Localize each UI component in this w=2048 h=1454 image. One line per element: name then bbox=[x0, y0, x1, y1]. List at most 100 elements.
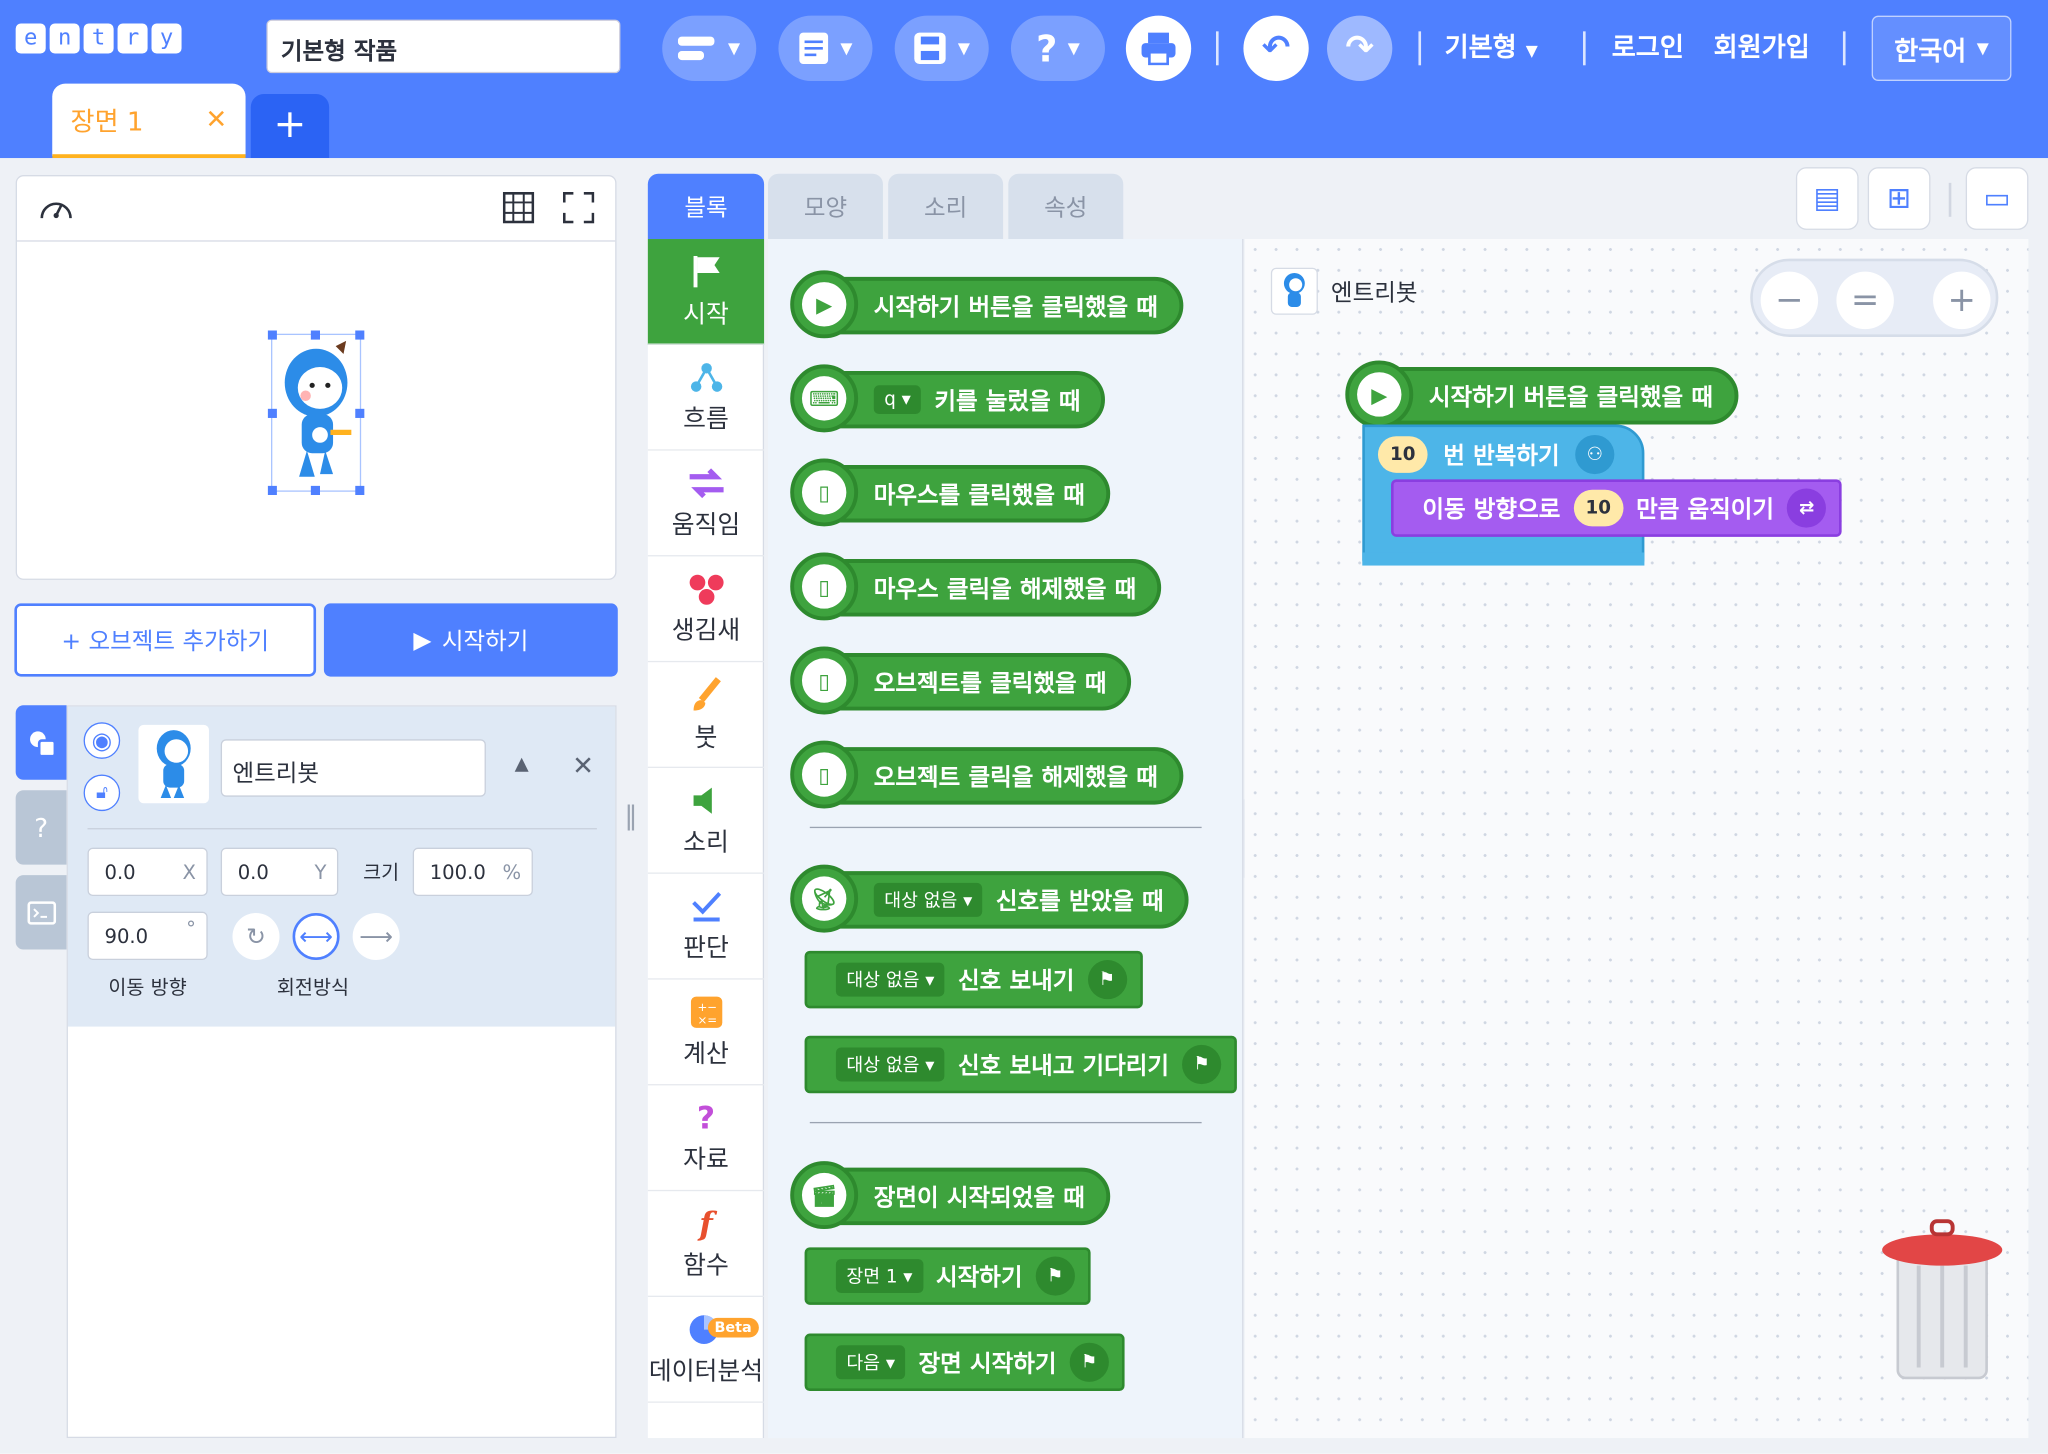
workspace-object-name: 엔트리봇 bbox=[1330, 279, 1418, 307]
category-sound[interactable]: 소리 bbox=[647, 768, 765, 874]
lock-icon[interactable]: 🔓︎ bbox=[83, 774, 121, 812]
caret-icon: ▼ bbox=[727, 39, 741, 58]
category-start[interactable]: 시작 bbox=[647, 239, 765, 345]
rotate-free-icon[interactable]: ↻ bbox=[232, 912, 280, 960]
block-when-mouse-released[interactable]: ▯ 마우스 클릭을 해제했을 때 bbox=[790, 552, 1162, 621]
zoom-controls: − = + bbox=[1750, 258, 1999, 337]
category-brush[interactable]: 붓 bbox=[647, 662, 765, 768]
mouse-icon: ▯ bbox=[801, 752, 847, 797]
run-button[interactable]: ▶ 시작하기 bbox=[323, 603, 618, 677]
save-button[interactable]: ▼ bbox=[894, 15, 989, 81]
category-data[interactable]: ? 자료 bbox=[647, 1085, 765, 1192]
mode-selector[interactable]: 기본형 ▼ bbox=[1445, 26, 1538, 64]
signal-dropdown[interactable]: 대상 없음 ▾ bbox=[835, 1047, 945, 1082]
trash-can-icon[interactable] bbox=[1880, 1213, 2005, 1383]
help-button[interactable]: ? ▼ bbox=[1010, 15, 1105, 81]
tab-shapes[interactable]: 모양 bbox=[767, 173, 883, 240]
scene-dropdown[interactable]: 장면 1 ▾ bbox=[835, 1259, 923, 1294]
undo-button[interactable]: ↶ bbox=[1243, 15, 1309, 81]
tab-blocks[interactable]: 블록 bbox=[647, 173, 765, 240]
key-dropdown[interactable]: q ▾ bbox=[873, 385, 922, 415]
signal-dropdown[interactable]: 대상 없음 ▾ bbox=[873, 882, 983, 917]
size-value: 100.0 bbox=[429, 860, 486, 885]
object-card: ◉ 🔓︎ 엔트리봇 ▲ ✕ 0.0 X 0.0 Y 크기 100.0% 90.0 ° … bbox=[67, 706, 616, 1027]
category-data-analysis[interactable]: Beta 데이터분석 bbox=[647, 1297, 765, 1403]
block-label: 시작하기 버튼을 클릭했을 때 bbox=[873, 293, 1158, 322]
block-label: 오브젝트 클릭을 해제했을 때 bbox=[873, 764, 1158, 792]
rotate-none-icon[interactable]: ⟶ bbox=[352, 912, 400, 960]
signal-dropdown[interactable]: 대상 없음 ▾ bbox=[835, 962, 945, 997]
block-storage-button[interactable]: ▭ bbox=[1965, 167, 2029, 230]
add-object-button[interactable]: + 오브젝트 추가하기 bbox=[14, 603, 317, 677]
redo-button[interactable]: ↷ bbox=[1327, 15, 1393, 81]
panel-resize-handle[interactable]: ‖ bbox=[624, 799, 637, 830]
scene-tab[interactable]: 장면 1 ✕ bbox=[52, 83, 246, 159]
block-when-signal-received[interactable]: 📡︎ 대상 없음 ▾ 신호를 받았을 때 bbox=[790, 864, 1189, 933]
repeat-count-input[interactable]: 10 bbox=[1377, 436, 1428, 473]
block-start-scene[interactable]: 장면 1 ▾ 시작하기 ⚑ bbox=[804, 1247, 1091, 1305]
speed-gauge-icon[interactable] bbox=[38, 192, 75, 231]
block-when-object-released[interactable]: ▯ 오브젝트 클릭을 해제했을 때 bbox=[790, 740, 1183, 809]
code-block-move[interactable]: 이동 방향으로 10 만큼 움직이기 ⇄ bbox=[1391, 479, 1842, 537]
tab-properties[interactable]: 속성 bbox=[1008, 173, 1124, 240]
project-title-input[interactable]: 기본형 작품 bbox=[266, 19, 621, 74]
y-coordinate-input[interactable]: 0.0 Y bbox=[220, 847, 339, 896]
add-scene-button[interactable]: + bbox=[250, 94, 330, 159]
code-block-when-start-clicked[interactable]: ▶ 시작하기 버튼을 클릭했을 때 bbox=[1345, 360, 1738, 429]
tab-sounds[interactable]: 소리 bbox=[888, 173, 1004, 240]
block-mode-icon bbox=[678, 36, 715, 61]
block-label: 마우스를 클릭했을 때 bbox=[873, 481, 1085, 510]
close-icon[interactable]: ✕ bbox=[205, 103, 227, 134]
object-name-input[interactable]: 엔트리봇 bbox=[220, 739, 486, 797]
x-coordinate-input[interactable]: 0.0 X bbox=[87, 847, 208, 896]
console-icon bbox=[26, 900, 56, 925]
block-mode-button[interactable]: ▼ bbox=[662, 15, 757, 81]
zoom-out-button[interactable]: − bbox=[1760, 271, 1819, 330]
scene-dropdown[interactable]: 다음 ▾ bbox=[835, 1345, 906, 1380]
category-movement[interactable]: 움직임 bbox=[647, 451, 765, 557]
block-when-key-pressed[interactable]: ⌨ q ▾ 키를 눌렀을 때 bbox=[790, 364, 1106, 433]
category-judgement[interactable]: 판단 bbox=[647, 874, 765, 980]
collapse-arrow-icon[interactable]: ▲ bbox=[515, 754, 529, 775]
grid-icon[interactable] bbox=[502, 191, 535, 231]
caret-icon: ▼ bbox=[1067, 39, 1080, 58]
zoom-in-button[interactable]: + bbox=[1933, 271, 1991, 330]
console-tab[interactable] bbox=[15, 875, 67, 950]
rotate-horizontal-icon[interactable]: ⟷ bbox=[292, 912, 340, 960]
size-input[interactable]: 100.0% bbox=[412, 847, 533, 896]
signup-link[interactable]: 회원가입 bbox=[1714, 26, 1810, 64]
zoom-reset-button[interactable]: = bbox=[1836, 271, 1894, 330]
block-label: 시작하기 버튼을 클릭했을 때 bbox=[1428, 383, 1714, 412]
add-comment-button[interactable]: ⊞ bbox=[1867, 167, 1931, 230]
category-label: 데이터분석 bbox=[648, 1356, 764, 1386]
direction-input[interactable]: 90.0 ° bbox=[87, 911, 208, 960]
delete-object-icon[interactable]: ✕ bbox=[572, 750, 594, 781]
comment-button[interactable]: ▤ bbox=[1795, 167, 1859, 230]
new-project-button[interactable]: ▼ bbox=[778, 15, 873, 81]
logo-letter: e bbox=[15, 23, 46, 54]
block-when-mouse-clicked[interactable]: ▯ 마우스를 클릭했을 때 bbox=[790, 458, 1110, 527]
block-send-signal[interactable]: 대상 없음 ▾ 신호 보내기 ⚑ bbox=[804, 950, 1143, 1009]
block-when-start-clicked[interactable]: ▶ 시작하기 버튼을 클릭했을 때 bbox=[790, 270, 1183, 339]
block-when-object-clicked[interactable]: ▯ 오브젝트를 클릭했을 때 bbox=[790, 646, 1132, 715]
visibility-eye-icon[interactable]: ◉ bbox=[83, 722, 121, 759]
category-function[interactable]: f 함수 bbox=[647, 1191, 765, 1297]
category-looks[interactable]: 생김새 bbox=[647, 556, 765, 663]
entry-logo[interactable]: e n t r y bbox=[15, 23, 182, 54]
block-when-scene-started[interactable]: 🎬︎ 장면이 시작되었을 때 bbox=[790, 1161, 1110, 1230]
object-tab[interactable] bbox=[15, 705, 67, 780]
palette-divider bbox=[809, 1121, 1202, 1124]
fullscreen-icon[interactable] bbox=[562, 191, 595, 231]
entrybot-sprite[interactable] bbox=[267, 330, 365, 496]
block-start-next-scene[interactable]: 다음 ▾ 장면 시작하기 ⚑ bbox=[804, 1333, 1125, 1392]
play-icon: ▶ bbox=[1357, 372, 1402, 417]
block-send-signal-wait[interactable]: 대상 없음 ▾ 신호 보내고 기다리기 ⚑ bbox=[804, 1035, 1237, 1094]
help-tab[interactable]: ? bbox=[15, 790, 67, 865]
language-selector[interactable]: 한국어 ▼ bbox=[1871, 15, 2012, 81]
category-flow[interactable]: 흐름 bbox=[647, 345, 765, 451]
print-button[interactable] bbox=[1125, 15, 1192, 81]
code-workspace[interactable]: 엔트리봇 ▶ 시작하기 버튼을 클릭했을 때 10 번 반복하기 ⚇ 이동 방향… bbox=[1244, 239, 2029, 1439]
login-link[interactable]: 로그인 bbox=[1612, 26, 1684, 64]
move-amount-input[interactable]: 10 bbox=[1573, 489, 1624, 527]
category-calculation[interactable]: +− ×= 계산 bbox=[647, 980, 765, 1086]
